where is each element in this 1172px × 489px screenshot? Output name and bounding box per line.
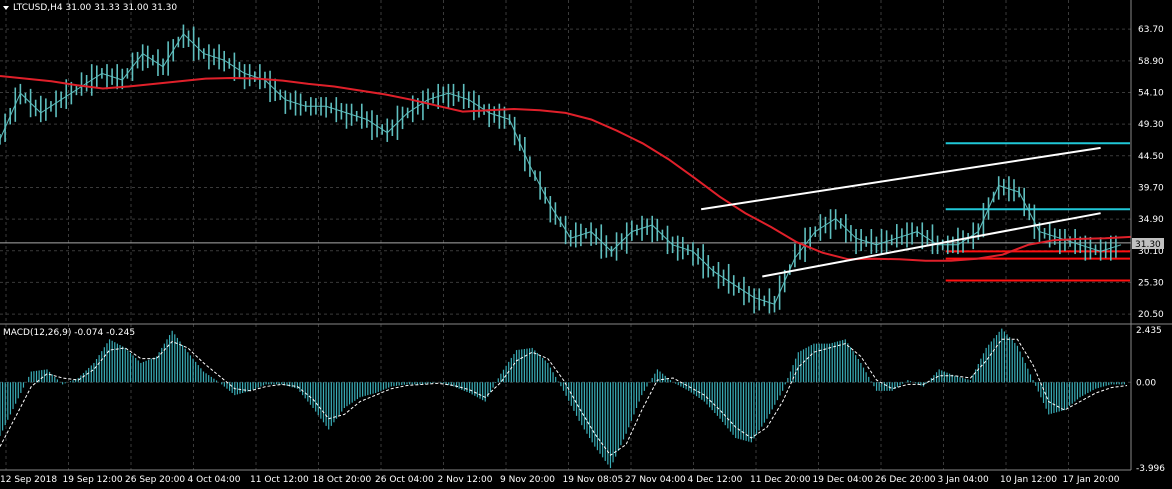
x-tick-label: 26 Oct 04:00	[375, 475, 434, 485]
x-tick-label: 17 Jan 20:00	[1063, 475, 1120, 485]
y-tick-label: 63.70	[1138, 25, 1164, 35]
y-tick-label: 20.50	[1138, 310, 1164, 320]
x-tick-label: 19 Sep 12:00	[63, 475, 123, 485]
macd-tick-label: -3.996	[1136, 464, 1165, 474]
x-tick-label: 19 Nov 08:05	[563, 475, 624, 485]
y-tick-label: 39.70	[1138, 183, 1164, 193]
x-tick-label: 11 Dec 20:00	[750, 475, 811, 485]
x-tick-label: 26 Sep 20:00	[125, 475, 185, 485]
x-tick-label: 10 Jan 12:00	[1000, 475, 1057, 485]
x-tick-label: 9 Nov 20:00	[500, 475, 555, 485]
chart-background	[0, 0, 1172, 489]
x-tick-label: 4 Oct 04:00	[188, 475, 241, 485]
x-tick-label: 2 Nov 12:00	[438, 475, 493, 485]
x-tick-label: 3 Jan 04:00	[938, 475, 990, 485]
x-tick-label: 19 Dec 04:00	[813, 475, 874, 485]
x-tick-label: 12 Sep 2018	[0, 475, 57, 485]
y-tick-label: 34.90	[1138, 215, 1164, 225]
macd-tick-label: 2.435	[1136, 326, 1162, 336]
y-tick-label: 44.50	[1138, 152, 1164, 162]
x-tick-label: 11 Oct 12:00	[250, 475, 309, 485]
macd-header: MACD(12,26,9) -0.074 -0.245	[3, 328, 135, 338]
x-tick-label: 26 Dec 20:00	[875, 475, 936, 485]
macd-tick-label: 0.00	[1136, 378, 1156, 388]
symbol-header: LTCUSD,H4 31.00 31.33 31.00 31.30	[13, 3, 177, 13]
y-tick-label: 54.10	[1138, 88, 1164, 98]
x-tick-label: 27 Nov 04:00	[625, 475, 686, 485]
y-tick-label: 49.30	[1138, 120, 1164, 130]
y-tick-label: 58.90	[1138, 57, 1164, 67]
y-tick-label: 25.30	[1138, 278, 1164, 288]
x-tick-label: 18 Oct 20:00	[313, 475, 372, 485]
x-tick-label: 4 Dec 12:00	[688, 475, 743, 485]
trading-chart[interactable]: 12 Sep 2018 19 Sep 12:00 26 Sep 20:00 4 Oct…	[0, 0, 1172, 489]
current-price-tag: 31.30	[1135, 240, 1161, 250]
